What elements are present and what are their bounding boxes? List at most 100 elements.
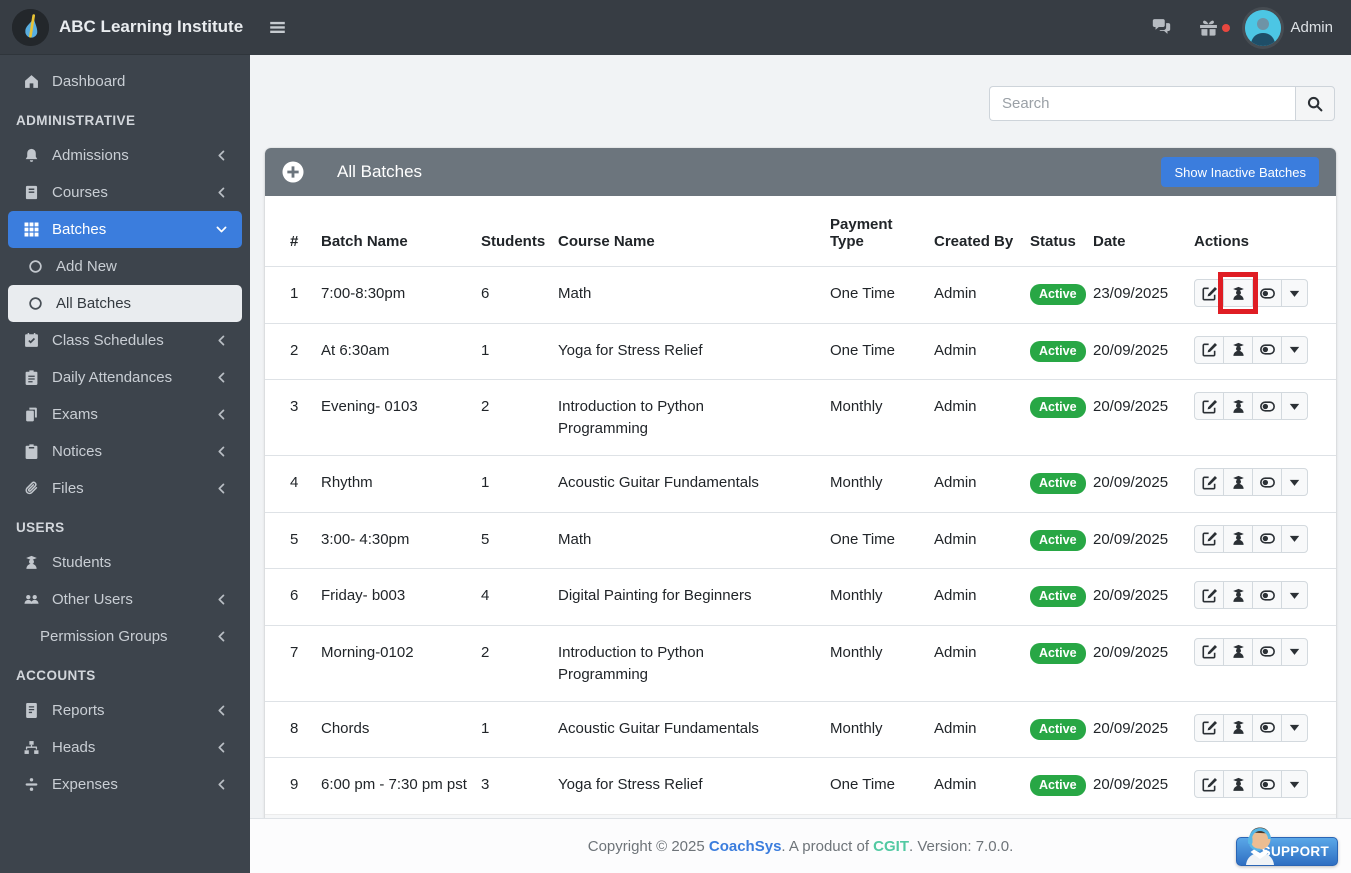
toggle-icon: [1259, 644, 1275, 659]
table-row: 5 3:00- 4:30pm 5 Math One Time Admin Active 20/…: [265, 511, 1336, 569]
more-button[interactable]: [1281, 468, 1308, 496]
table-row: 6 Friday- b003 4 Digital Painting for Begin…: [265, 568, 1336, 625]
students-button[interactable]: [1223, 392, 1253, 420]
more-button[interactable]: [1281, 713, 1308, 742]
sidebar-item-heads[interactable]: Heads: [8, 729, 242, 766]
students-button[interactable]: [1218, 272, 1258, 314]
more-button[interactable]: [1281, 524, 1308, 553]
cell-date: 20/09/2025: [1093, 455, 1194, 512]
cell-num: 9: [265, 757, 321, 814]
actions-button-group: [1194, 335, 1308, 364]
sidebar-item-files[interactable]: Files: [8, 470, 242, 507]
toggle-status-button[interactable]: [1252, 581, 1282, 609]
cell-num: 2: [265, 322, 321, 380]
sidebar-item-dashboard[interactable]: Dashboard: [8, 63, 242, 100]
col-header-created-by: Created By: [934, 233, 1014, 250]
sidebar-item-courses[interactable]: Courses: [8, 174, 242, 211]
students-button[interactable]: [1223, 770, 1253, 798]
toggle-status-button[interactable]: [1252, 637, 1282, 666]
cell-created-by: Admin: [934, 455, 1030, 512]
toggle-status-button[interactable]: [1252, 392, 1282, 420]
table-row: 3 Evening- 0103 2 Introduction to Python Pr…: [265, 379, 1336, 456]
sidebar-item-label: All Batches: [56, 295, 132, 312]
sidebar-item-daily-attendances[interactable]: Daily Attendances: [8, 359, 242, 396]
edit-button[interactable]: [1194, 713, 1224, 742]
more-button[interactable]: [1281, 637, 1308, 666]
sidebar-item-add-new[interactable]: Add New: [8, 248, 242, 285]
show-inactive-batches-button[interactable]: Show Inactive Batches: [1161, 157, 1319, 187]
sidebar-item-batches[interactable]: Batches: [8, 211, 242, 248]
toggle-status-button[interactable]: [1252, 524, 1282, 553]
more-button[interactable]: [1281, 581, 1308, 609]
actions-button-group: [1194, 713, 1308, 742]
toggle-status-button[interactable]: [1252, 713, 1282, 742]
cell-students: 4: [481, 568, 558, 625]
search-input[interactable]: [989, 86, 1295, 121]
sidebar-section-users: USERS: [16, 520, 65, 535]
edit-button[interactable]: [1194, 770, 1224, 798]
edit-button[interactable]: [1194, 637, 1224, 666]
more-button[interactable]: [1281, 335, 1308, 364]
toggle-status-button[interactable]: [1252, 468, 1282, 496]
coachsys-link[interactable]: CoachSys: [709, 838, 782, 855]
more-button[interactable]: [1281, 770, 1308, 798]
cell-num: 1: [265, 266, 321, 323]
chevron-left-icon: [216, 705, 228, 717]
edit-button[interactable]: [1194, 279, 1224, 307]
toggle-status-button[interactable]: [1252, 770, 1282, 798]
sidebar-item-all-batches[interactable]: All Batches: [8, 285, 242, 322]
cell-date: 20/09/2025: [1093, 379, 1194, 456]
edit-button[interactable]: [1194, 581, 1224, 609]
sidebar-item-class-schedules[interactable]: Class Schedules: [8, 322, 242, 359]
search-button[interactable]: [1295, 86, 1335, 121]
notification-dot: [1222, 24, 1231, 32]
add-batch-button[interactable]: [282, 161, 304, 183]
sidebar-item-other-users[interactable]: Other Users: [8, 581, 242, 618]
col-header-: #: [290, 233, 299, 250]
gift-icon[interactable]: [1198, 18, 1231, 37]
cgit-link[interactable]: CGIT: [873, 838, 909, 855]
students-button[interactable]: [1223, 524, 1253, 553]
edit-button[interactable]: [1194, 392, 1224, 420]
status-badge: Active: [1030, 775, 1086, 796]
copy-icon: [24, 407, 46, 422]
status-badge: Active: [1030, 529, 1086, 551]
sidebar-item-exams[interactable]: Exams: [8, 396, 242, 433]
status-badge: Active: [1030, 473, 1086, 494]
edit-button[interactable]: [1194, 468, 1224, 496]
cell-status: Active: [1030, 322, 1093, 380]
sidebar-item-reports[interactable]: Reports: [8, 692, 242, 729]
support-label: SUPPORT: [1261, 844, 1329, 859]
user-menu[interactable]: Admin: [1245, 9, 1333, 46]
more-button[interactable]: [1281, 279, 1308, 307]
caret-down-icon: [1287, 342, 1302, 357]
students-button[interactable]: [1223, 713, 1253, 742]
cell-status: Active: [1030, 700, 1093, 758]
sidebar-item-permission-groups[interactable]: Permission Groups: [8, 618, 242, 655]
students-button[interactable]: [1223, 468, 1253, 496]
edit-button[interactable]: [1194, 335, 1224, 364]
hamburger-menu-icon[interactable]: [268, 19, 287, 36]
chevron-left-icon: [216, 779, 228, 791]
sidebar-item-students[interactable]: Students: [8, 544, 242, 581]
support-button[interactable]: SUPPORT: [1236, 827, 1338, 866]
comments-icon[interactable]: [1151, 18, 1172, 37]
students-button[interactable]: [1223, 581, 1253, 609]
sidebar-item-expenses[interactable]: Expenses: [8, 766, 242, 803]
cell-date: 20/09/2025: [1093, 322, 1194, 380]
edit-button[interactable]: [1194, 524, 1224, 553]
circle-icon: [28, 296, 50, 311]
brand[interactable]: ABC Learning Institute: [0, 0, 250, 55]
sidebar-item-admissions[interactable]: Admissions: [8, 137, 242, 174]
card-header: All Batches Show Inactive Batches: [265, 148, 1336, 196]
sidebar-item-label: Reports: [52, 702, 105, 719]
clipboard-list-icon: [24, 370, 46, 385]
students-button[interactable]: [1223, 637, 1253, 666]
students-button[interactable]: [1223, 335, 1253, 364]
more-button[interactable]: [1281, 392, 1308, 420]
toggle-status-button[interactable]: [1252, 335, 1282, 364]
cell-status: Active: [1030, 568, 1093, 625]
table-body: 1 7:00-8:30pm 6 Math One Time Admin Active 23/0…: [265, 266, 1336, 814]
toggle-status-button[interactable]: [1252, 279, 1282, 307]
sidebar-item-notices[interactable]: Notices: [8, 433, 242, 470]
